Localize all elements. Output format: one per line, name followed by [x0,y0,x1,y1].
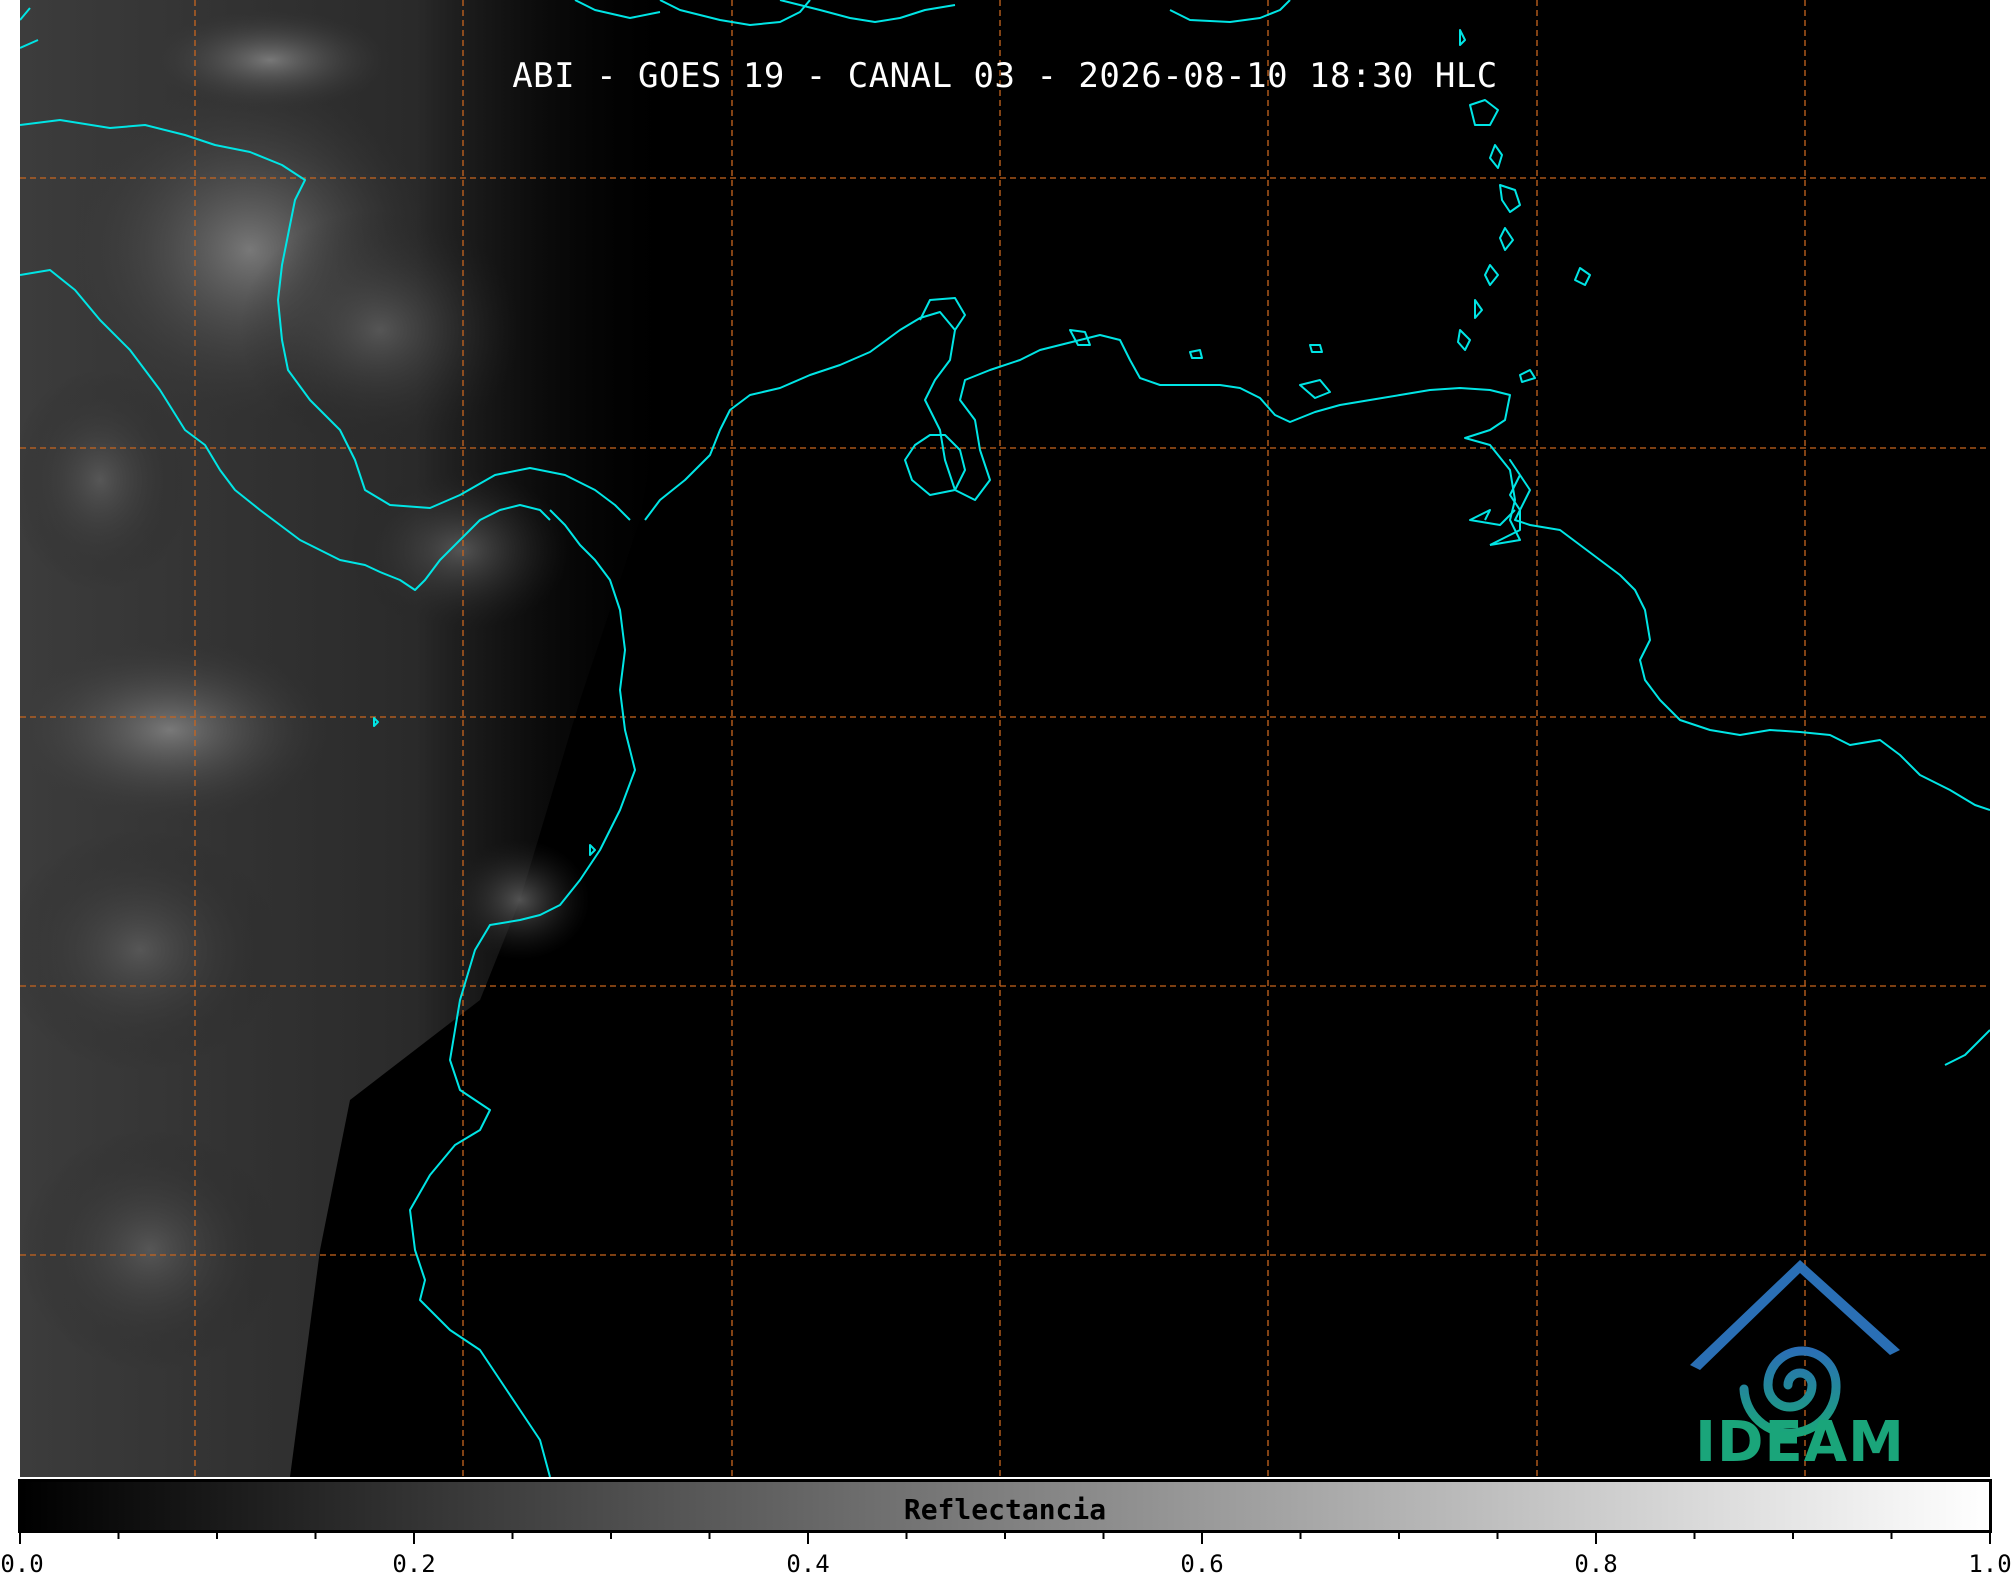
colorbar-tick-label: 0.4 [786,1550,830,1578]
coastline-venezuela-east [1489,459,1990,811]
coastline-maracaibo [904,434,966,496]
coastline-caribbean [644,311,1521,546]
satellite-map: ABI - GOES 19 - CANAL 03 - 2026-08-10 18… [20,0,1990,1477]
coastline-gorgona [589,844,596,856]
colorbar-tick-label: 1.0 [1968,1550,2011,1578]
coastline-orinoco-delta [1469,509,1516,526]
colorbar: Reflectancia [18,1479,1992,1533]
coastline-hispaniola [659,0,811,26]
ideam-logo-text: IDEAM [1695,1410,1905,1475]
colorbar-ticks [19,1530,1991,1544]
colorbar-tick-label: 0.6 [1180,1550,1224,1578]
colorbar-tick-label: 0.8 [1574,1550,1618,1578]
map-title: ABI - GOES 19 - CANAL 03 - 2026-08-10 18… [512,56,1498,96]
colorbar-label: Reflectancia [903,1493,1107,1526]
colorbar-tick-label: 0.0 [0,1550,44,1578]
coastline-islet-east [1944,1029,1990,1066]
coastline-puerto-rico [1169,0,1291,23]
colorbar-tick-label: 0.2 [392,1550,436,1578]
